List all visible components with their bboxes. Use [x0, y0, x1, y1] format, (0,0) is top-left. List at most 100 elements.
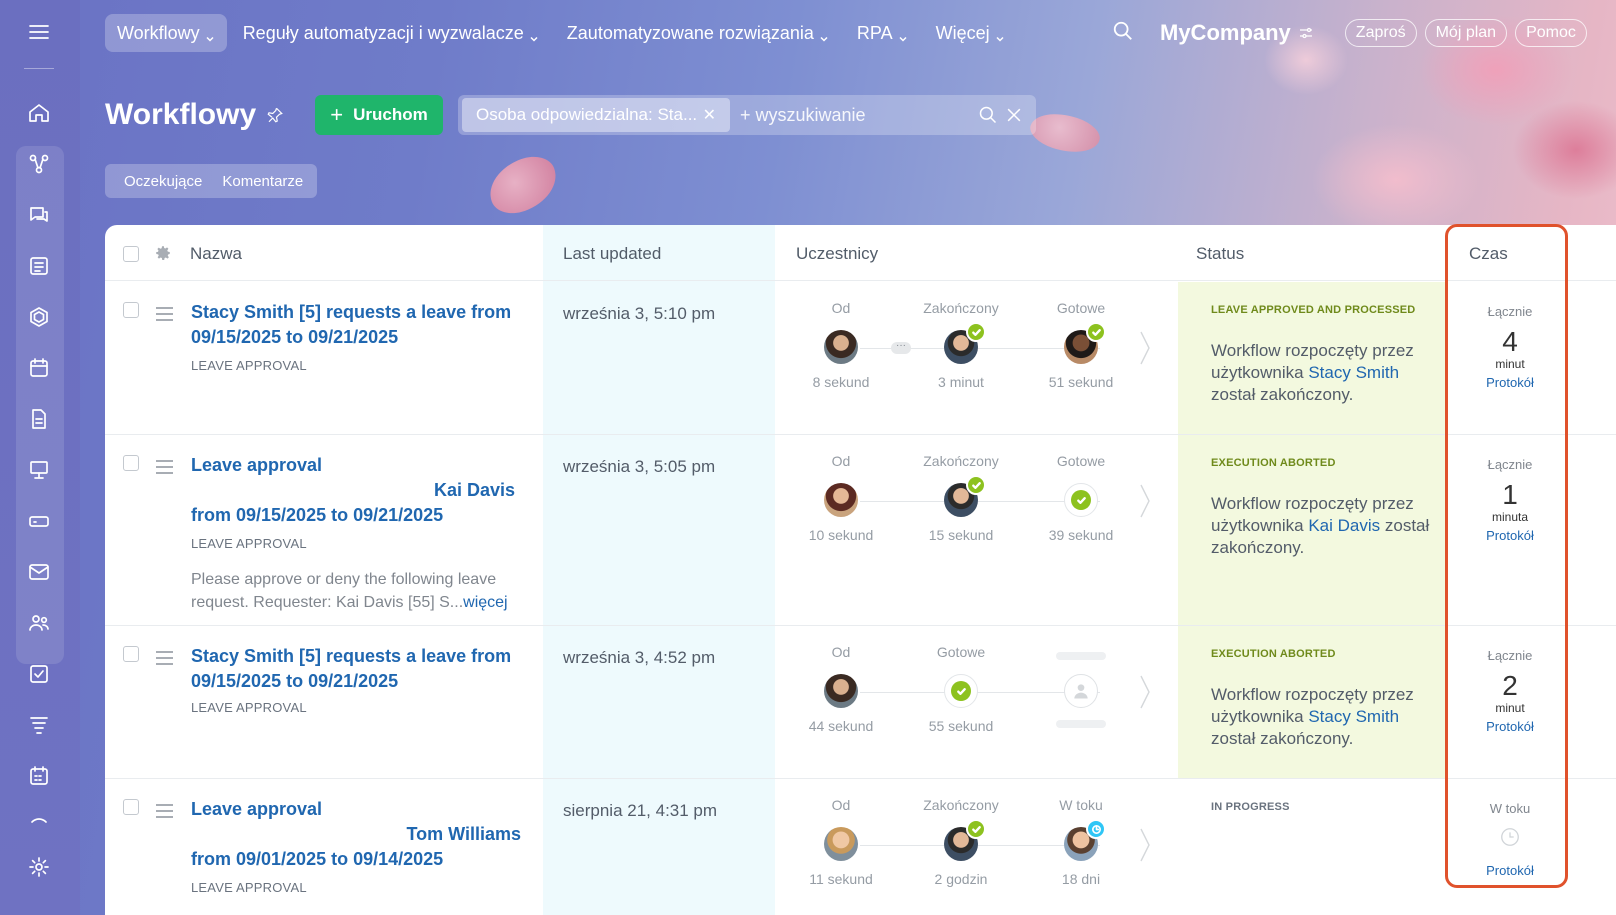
row-checkbox[interactable] [123, 646, 139, 662]
step-done[interactable]: Gotowe 39 sekund [1021, 453, 1141, 543]
tab-comments[interactable]: Komentarze [212, 173, 317, 190]
chevron-right-icon[interactable] [1138, 825, 1152, 870]
row-checkbox[interactable] [123, 302, 139, 318]
feed-icon[interactable] [24, 251, 54, 281]
nav-item-automation-rules[interactable]: Reguły automatyzacji i wyzwalacze [231, 14, 551, 52]
status-user-link[interactable]: Stacy Smith [1308, 707, 1399, 726]
calendar-icon[interactable] [24, 353, 54, 383]
avatar [824, 827, 858, 861]
status-label: EXECUTION ABORTED [1211, 457, 1336, 469]
nav-label: Workflowy [117, 22, 200, 43]
workflow-icon[interactable] [24, 149, 54, 179]
row-title-link[interactable]: Stacy Smith [5] requests a leave from 09… [191, 644, 521, 694]
clear-icon[interactable] [1004, 105, 1024, 125]
settings-icon[interactable] [24, 852, 54, 882]
drag-handle-icon[interactable] [156, 307, 173, 325]
gear-icon[interactable] [154, 244, 172, 267]
invite-button[interactable]: Zaproś [1344, 19, 1417, 47]
step-completed[interactable]: Zakończony 2 godzin [901, 797, 1021, 887]
schedule-icon[interactable] [24, 761, 54, 791]
last-updated-value: sierpnia 21, 4:31 pm [563, 801, 718, 820]
column-header-name[interactable]: Nazwa [190, 244, 242, 264]
table-row[interactable]: Leave approval Kai Davis from 09/15/2025… [105, 435, 1616, 626]
chevron-right-icon[interactable] [1138, 328, 1152, 373]
table-row[interactable]: Leave approval Tom Williams from 09/01/2… [105, 779, 1616, 915]
tab-pending[interactable]: Oczekujące [105, 173, 212, 190]
row-checkbox[interactable] [123, 799, 139, 815]
avatar [944, 475, 986, 517]
funnel-icon[interactable] [24, 710, 54, 740]
users-icon[interactable] [24, 608, 54, 638]
help-button[interactable]: Pomoc [1515, 19, 1587, 47]
search-input[interactable]: + wyszukiwanie [740, 105, 978, 126]
step-start[interactable]: Od 11 sekund [781, 797, 901, 887]
description-text: Please approve or deny the following lea… [191, 571, 497, 611]
nav-item-automated-solutions[interactable]: Zautomatyzowane rozwiązania [555, 14, 841, 52]
step-completed[interactable]: Zakończony 15 sekund [901, 453, 1021, 543]
row-title-link[interactable]: Leave approval Tom Williams from 09/01/2… [191, 797, 521, 872]
drag-handle-icon[interactable] [156, 460, 173, 478]
step-start[interactable]: Od 10 sekund [781, 453, 901, 543]
hexagon-icon[interactable] [24, 302, 54, 332]
row-title-link[interactable]: Stacy Smith [5] requests a leave from 09… [191, 300, 521, 350]
row-title-link[interactable]: Leave approval Kai Davis from 09/15/2025… [191, 453, 521, 528]
column-header-participants[interactable]: Uczestnicy [796, 244, 878, 264]
last-updated-value: września 3, 4:52 pm [563, 648, 716, 667]
document-icon[interactable] [24, 404, 54, 434]
drag-handle-icon[interactable] [156, 651, 173, 669]
search-icon[interactable] [1112, 20, 1134, 47]
title-line: 09/15/2025 to 09/21/2025 [191, 671, 399, 691]
collapse-icon[interactable] [24, 805, 54, 835]
nav-label: Więcej [935, 22, 990, 43]
status-user-link[interactable]: Stacy Smith [1308, 363, 1399, 382]
filter-chip-responsible[interactable]: Osoba odpowiedzialna: Sta... ✕ [462, 98, 730, 132]
chat-icon[interactable] [24, 200, 54, 230]
chevron-right-icon[interactable] [1138, 481, 1152, 526]
status-text-part: został zakończony. [1211, 385, 1354, 404]
drag-handle-icon[interactable] [156, 804, 173, 822]
nav-item-rpa[interactable]: RPA [845, 14, 920, 52]
decorative-petal [1026, 105, 1104, 161]
mail-icon[interactable] [24, 557, 54, 587]
workflow-type: LEAVE APPROVAL [191, 536, 307, 551]
remove-filter-icon[interactable]: ✕ [703, 105, 716, 125]
step-done[interactable]: Gotowe 55 sekund [901, 644, 1021, 734]
table-row[interactable]: Stacy Smith [5] requests a leave from 09… [105, 282, 1616, 435]
menu-icon[interactable] [24, 17, 54, 47]
step-start[interactable]: Od 8 sekund [781, 300, 901, 390]
company-name[interactable]: MyCompany [1160, 20, 1315, 46]
step-duration: 44 sekund [808, 718, 874, 734]
step-in-progress[interactable]: W toku 18 dni [1021, 797, 1141, 887]
presentation-icon[interactable] [24, 455, 54, 485]
step-label: Zakończony [923, 797, 999, 813]
step-duration: 3 minut [938, 374, 984, 390]
chevron-right-icon[interactable] [1138, 672, 1152, 717]
search-icon[interactable] [978, 105, 998, 125]
placeholder-bar [1056, 652, 1106, 660]
step-done[interactable]: Gotowe 51 sekund [1021, 300, 1141, 390]
row-checkbox[interactable] [123, 455, 139, 471]
step-start[interactable]: Od 44 sekund [781, 644, 901, 734]
check-icon [966, 475, 986, 495]
filter-chip-label: Osoba odpowiedzialna: Sta... [476, 105, 698, 124]
nav-item-workflowy[interactable]: Workflowy [105, 14, 227, 52]
step-completed[interactable]: Zakończony 3 minut [901, 300, 1021, 390]
nav-item-more[interactable]: Więcej [924, 14, 1017, 52]
check-icon [966, 322, 986, 342]
more-link[interactable]: więcej [463, 594, 507, 611]
home-icon[interactable] [24, 98, 54, 128]
storage-icon[interactable] [24, 506, 54, 536]
table-header: Nazwa Last updated Uczestnicy Status Cza… [105, 225, 1616, 281]
table-row[interactable]: Stacy Smith [5] requests a leave from 09… [105, 626, 1616, 779]
column-header-status[interactable]: Status [1196, 244, 1244, 264]
my-plan-button[interactable]: Mój plan [1424, 19, 1508, 47]
column-header-last-updated[interactable]: Last updated [563, 244, 661, 264]
select-all-checkbox[interactable] [123, 246, 139, 262]
pin-icon[interactable] [266, 106, 284, 124]
step-duration: 18 dni [1061, 871, 1101, 887]
run-button[interactable]: + Uruchom [315, 95, 443, 135]
tasks-icon[interactable] [24, 659, 54, 689]
filter-search-bar[interactable]: Osoba odpowiedzialna: Sta... ✕ + wyszuki… [458, 95, 1036, 135]
chevron-down-icon [529, 28, 539, 42]
status-user-link[interactable]: Kai Davis [1308, 516, 1380, 535]
